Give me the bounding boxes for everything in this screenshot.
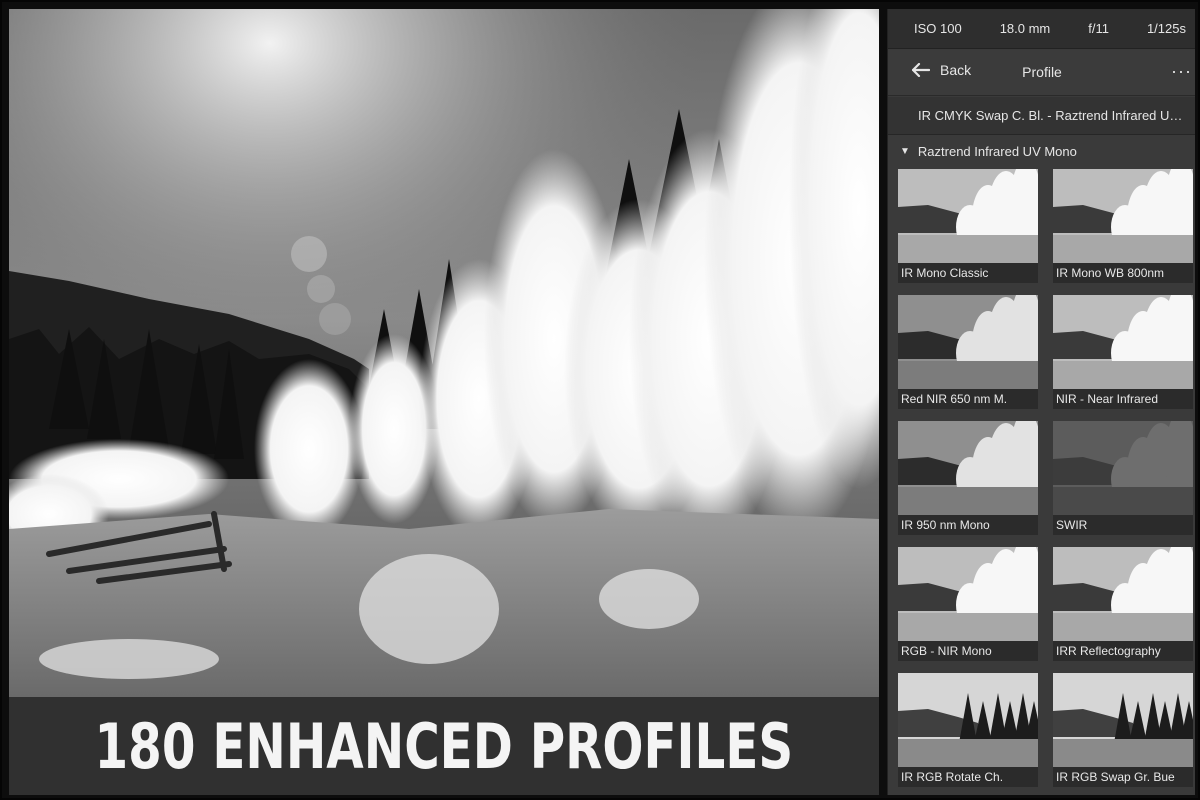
profile-label: IR 950 nm Mono [898, 515, 1038, 535]
profile-preview-image [898, 421, 1038, 515]
aperture-value: f/11 [1088, 21, 1109, 36]
profile-thumbnail[interactable]: IRR Reflectography [1053, 547, 1193, 661]
promo-banner: 180 ENHANCED PROFILES [9, 697, 879, 795]
app-frame: 180 ENHANCED PROFILES ISO 100 18.0 mm f/… [0, 0, 1200, 800]
profile-label: SWIR [1053, 515, 1193, 535]
profile-preview-image [1053, 673, 1193, 767]
preview-image [9, 9, 879, 697]
profile-thumbnail[interactable]: NIR - Near Infrared [1053, 295, 1193, 409]
profile-preview-image [898, 673, 1038, 767]
main-preview-photo [9, 9, 879, 697]
profile-label: IR RGB Rotate Ch. [898, 767, 1038, 787]
profile-label: Red NIR 650 nm M. [898, 389, 1038, 409]
caret-down-icon: ▼ [900, 145, 910, 157]
shutter-speed-value: 1/125s [1146, 21, 1186, 36]
back-button[interactable]: Back [912, 62, 971, 78]
profile-preview-image [1053, 547, 1193, 641]
profile-label: IRR Reflectography [1053, 641, 1193, 661]
profile-thumbnail[interactable]: IR Mono WB 800nm [1053, 169, 1193, 283]
profile-thumbnail[interactable]: IR RGB Rotate Ch. [898, 673, 1038, 787]
profile-browser-panel: ISO 100 18.0 mm f/11 1/125s Back Profile… [887, 9, 1195, 795]
profile-label: IR RGB Swap Gr. Bue [1053, 767, 1193, 787]
profile-navbar: Back Profile ··· [888, 50, 1195, 96]
current-profile-selector[interactable]: IR CMYK Swap C. Bl. - Raztrend Infrared … [888, 97, 1195, 135]
profile-group-header[interactable]: ▼ Raztrend Infrared UV Mono [888, 137, 1195, 165]
profile-thumbnail[interactable]: IR 950 nm Mono [898, 421, 1038, 535]
profile-preview-image [1053, 169, 1193, 263]
more-options-icon[interactable]: ··· [1171, 61, 1192, 82]
focal-length-value: 18.0 mm [999, 21, 1051, 36]
profile-label: NIR - Near Infrared [1053, 389, 1193, 409]
current-profile-name: IR CMYK Swap C. Bl. - Raztrend Infrared … [918, 108, 1186, 123]
profile-label: IR Mono WB 800nm [1053, 263, 1193, 283]
profile-preview-image [898, 547, 1038, 641]
profile-thumbnail[interactable]: RGB - NIR Mono [898, 547, 1038, 661]
profile-group-name: Raztrend Infrared UV Mono [917, 143, 1077, 159]
profile-label: IR Mono Classic [898, 263, 1038, 283]
back-button-label: Back [940, 62, 972, 78]
profile-thumbnail[interactable]: SWIR [1053, 421, 1193, 535]
profile-thumbnail[interactable]: Red NIR 650 nm M. [898, 295, 1038, 409]
profile-thumbnail[interactable]: IR Mono Classic [898, 169, 1038, 283]
profile-label: RGB - NIR Mono [898, 641, 1038, 661]
profile-preview-image [1053, 295, 1193, 389]
iso-value: ISO 100 [914, 21, 962, 36]
banner-headline: 180 ENHANCED PROFILES [94, 709, 794, 783]
exif-info-bar: ISO 100 18.0 mm f/11 1/125s [888, 9, 1195, 49]
profile-preview-image [898, 295, 1038, 389]
profile-preview-image [1053, 421, 1193, 515]
back-arrow-icon [912, 63, 930, 77]
profile-preview-image [898, 169, 1038, 263]
profile-thumbnail[interactable]: IR RGB Swap Gr. Bue [1053, 673, 1193, 787]
